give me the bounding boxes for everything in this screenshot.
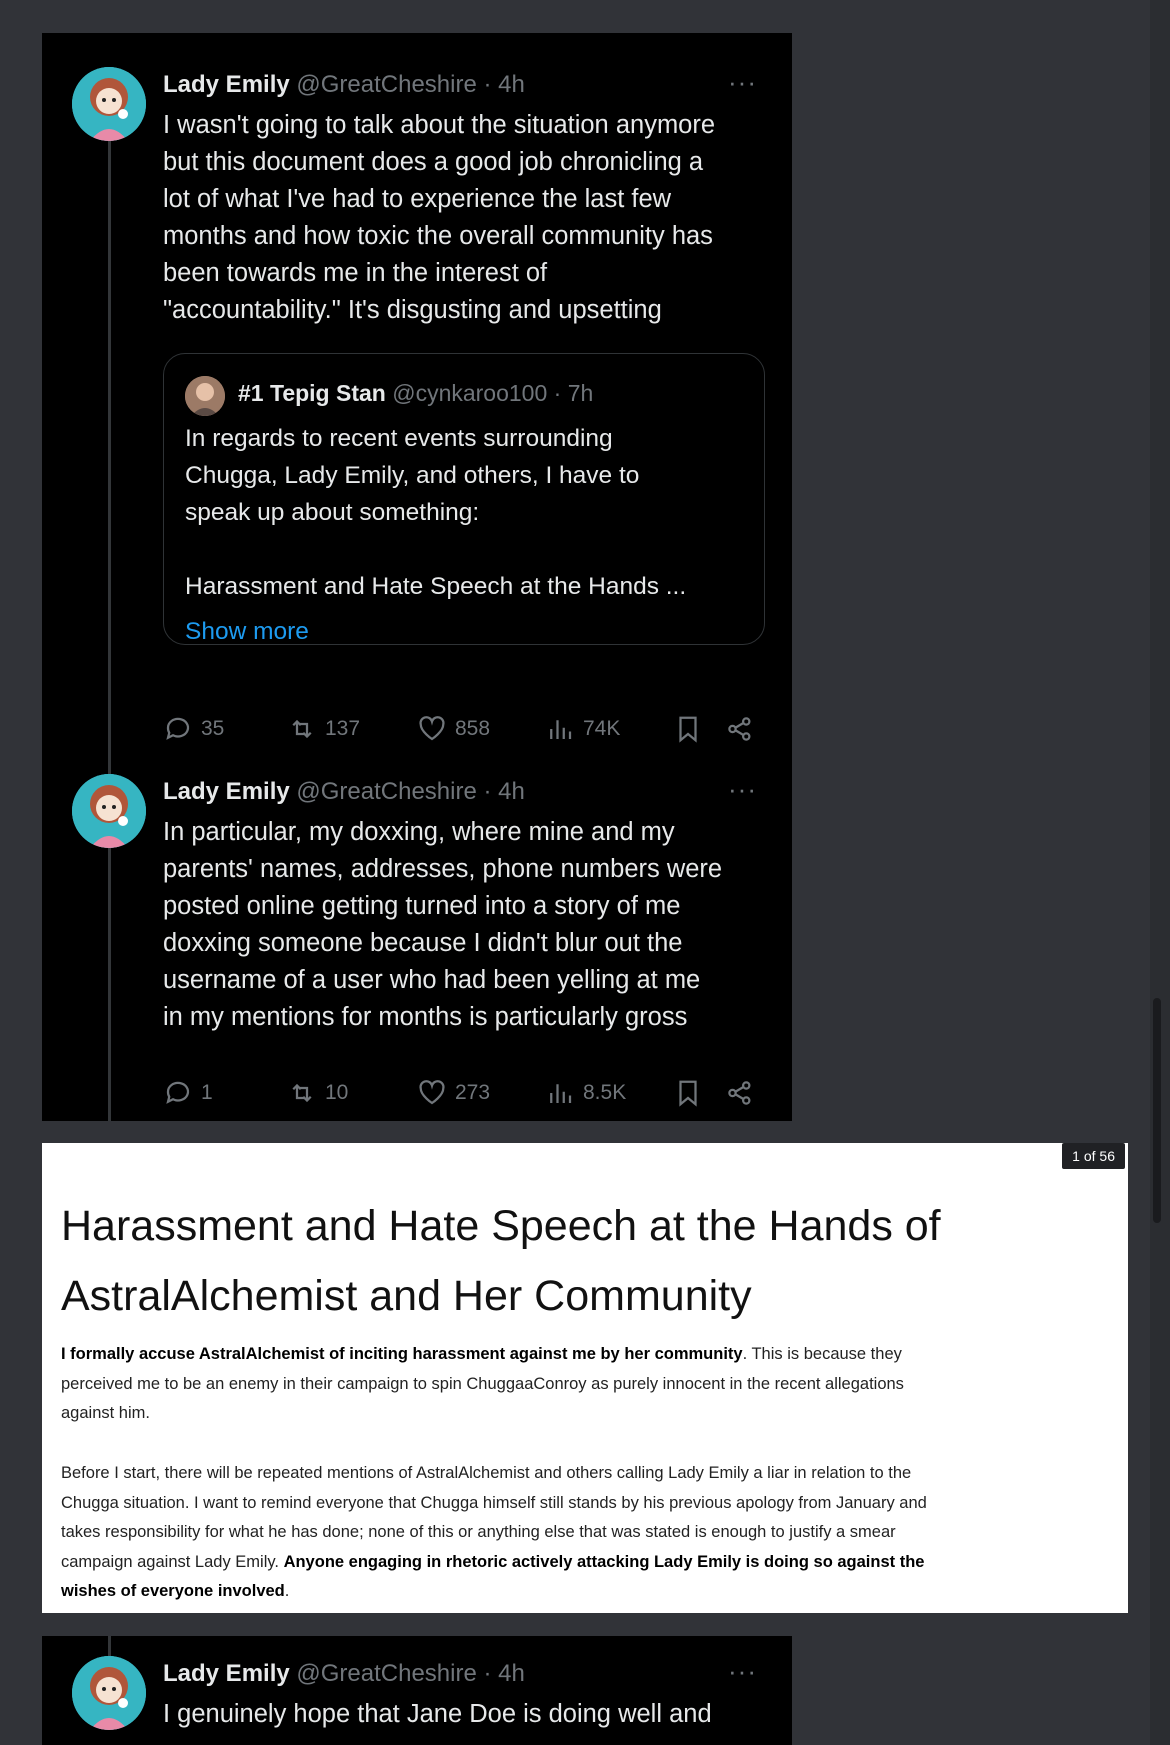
like-icon [419, 716, 445, 741]
paragraph-2-end: . [284, 1582, 290, 1600]
author-handle-time[interactable]: @GreatCheshire · 4h [296, 71, 524, 98]
author-handle-time[interactable]: @GreatCheshire · 4h [296, 778, 524, 805]
reply-count: 35 [201, 717, 225, 740]
quoted-author-name: #1 Tepig Stan [238, 380, 386, 406]
quoted-avatar[interactable] [185, 376, 225, 416]
like-button[interactable]: 273 [417, 1078, 490, 1108]
avatar[interactable] [72, 67, 146, 141]
lady-emily-avatar-icon [72, 67, 146, 141]
reply-count: 1 [201, 1081, 213, 1104]
retweet-count: 10 [325, 1081, 349, 1104]
share-icon [728, 717, 751, 741]
quoted-author-handle-time: @cynkaroo100 · 7h [392, 380, 594, 406]
page-counter-badge: 1 of 56 [1062, 1143, 1125, 1169]
tweet-2-meta: Lady Emily @GreatCheshire · 4h [163, 778, 525, 806]
avatar[interactable] [72, 1656, 146, 1730]
views-button[interactable]: 74K [545, 714, 620, 744]
more-options-icon[interactable]: ··· [728, 1656, 757, 1687]
more-options-icon[interactable]: ··· [728, 67, 757, 98]
tweet-1-actions: 35 137 858 74K [163, 714, 783, 748]
reply-button[interactable]: 35 [163, 714, 224, 744]
lady-emily-avatar-icon [72, 774, 146, 848]
author-handle-time[interactable]: @GreatCheshire · 4h [296, 1660, 524, 1687]
tweet-1-meta: Lady Emily @GreatCheshire · 4h [163, 71, 525, 99]
document-page-screenshot: 1 of 56 Harassment and Hate Speech at th… [42, 1143, 1128, 1613]
scrollbar-thumb[interactable] [1153, 998, 1161, 1223]
tweet-text: In particular, my doxxing, where mine an… [163, 818, 723, 1031]
views-icon [550, 720, 572, 739]
views-count: 74K [583, 717, 621, 740]
thread-connector-line [108, 140, 111, 1121]
document-paragraph-2: Before I start, there will be repeated m… [61, 1459, 961, 1607]
lady-emily-avatar-icon [72, 1656, 146, 1730]
tweet-thread-screenshot: Lady Emily @GreatCheshire · 4h ··· I was… [42, 33, 792, 1121]
tweet-text: I wasn't going to talk about the situati… [163, 111, 716, 324]
like-count: 858 [455, 717, 491, 740]
bookmark-icon [679, 1080, 697, 1107]
reply-icon [166, 1081, 190, 1104]
bookmark-icon [679, 716, 697, 743]
document-paragraph-1: I formally accuse AstralAlchemist of inc… [61, 1340, 961, 1429]
reply-button[interactable]: 1 [163, 1078, 213, 1108]
like-count: 273 [455, 1081, 491, 1104]
quoted-tweet-text: In regards to recent events surrounding … [185, 425, 687, 600]
author-name[interactable]: Lady Emily [163, 778, 290, 805]
like-icon [419, 1080, 445, 1105]
avatar[interactable] [72, 774, 146, 848]
reply-icon [166, 717, 190, 740]
share-button[interactable] [725, 714, 763, 744]
retweet-icon [292, 719, 312, 739]
tweet-3-meta: Lady Emily @GreatCheshire · 4h [163, 1660, 525, 1688]
author-name[interactable]: Lady Emily [163, 1660, 290, 1687]
quoted-meta: #1 Tepig Stan @cynkaroo100 · 7h [238, 380, 593, 407]
views-count: 8.5K [583, 1081, 627, 1104]
author-name[interactable]: Lady Emily [163, 71, 290, 98]
tepig-stan-avatar-icon [185, 376, 225, 416]
views-button[interactable]: 8.5K [545, 1078, 626, 1108]
show-more-link[interactable]: Show more [185, 618, 309, 646]
share-button[interactable] [725, 1078, 763, 1108]
like-button[interactable]: 858 [417, 714, 490, 744]
paragraph-1-bold: I formally accuse AstralAlchemist of inc… [61, 1345, 743, 1363]
retweet-count: 137 [325, 717, 361, 740]
thread-connector-line [108, 1636, 111, 1656]
quoted-tweet-card[interactable]: #1 Tepig Stan @cynkaroo100 · 7h In regar… [163, 353, 765, 645]
share-icon [728, 1081, 751, 1105]
bookmark-button[interactable] [673, 1078, 711, 1108]
views-icon [550, 1084, 572, 1103]
tweet-2-actions: 1 10 273 8.5K [163, 1078, 783, 1112]
retweet-button[interactable]: 137 [287, 714, 360, 744]
tweet-thread-screenshot-continued: Lady Emily @GreatCheshire · 4h ··· I gen… [42, 1636, 792, 1745]
document-title: Harassment and Hate Speech at the Hands … [61, 1202, 941, 1320]
tweet-text: I genuinely hope that Jane Doe is doing … [163, 1700, 712, 1728]
bookmark-button[interactable] [673, 714, 711, 744]
scrollbar-track[interactable] [1150, 0, 1170, 1745]
more-options-icon[interactable]: ··· [728, 774, 757, 805]
retweet-icon [292, 1083, 312, 1103]
retweet-button[interactable]: 10 [287, 1078, 348, 1108]
